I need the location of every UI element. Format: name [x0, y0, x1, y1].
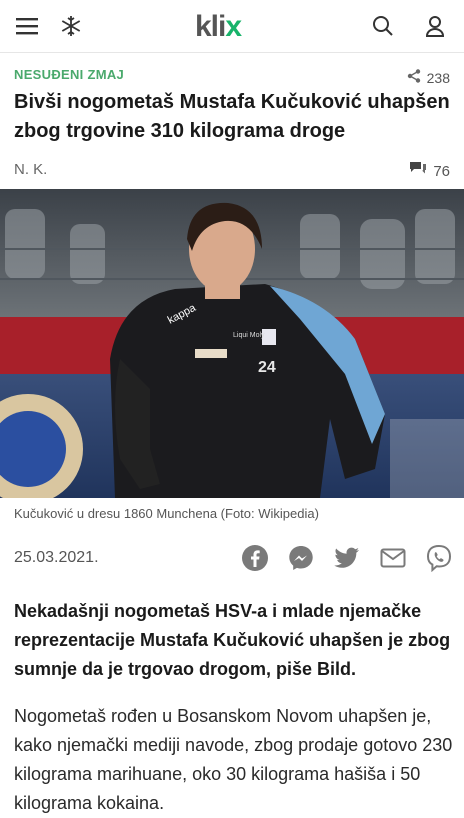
top-navigation-bar: klix [0, 0, 464, 53]
email-icon[interactable] [378, 543, 408, 573]
messenger-icon[interactable] [286, 543, 316, 573]
share-count: 238 [407, 69, 450, 86]
logo-text: kli [195, 10, 226, 43]
user-icon[interactable] [421, 12, 449, 40]
comments-count-value: 76 [433, 162, 450, 180]
facebook-icon[interactable] [240, 543, 270, 573]
share-count-value: 238 [426, 69, 450, 86]
article-photo[interactable]: 24 kappa Liqui Moly [0, 189, 464, 498]
twitter-icon[interactable] [332, 543, 362, 573]
article-body-paragraph: Nogometaš rođen u Bosanskom Novom uhapše… [14, 706, 453, 813]
site-logo[interactable]: klix [195, 10, 242, 44]
menu-icon[interactable] [13, 12, 41, 40]
photo-caption: Kučuković u dresu 1860 Munchena (Foto: W… [14, 506, 319, 521]
comment-icon [409, 161, 427, 181]
logo-accent: x [225, 10, 242, 43]
jersey-sponsor: Liqui Moly [233, 332, 265, 339]
article-lead: Nekadašnji nogometaš HSV-a i mlade njema… [14, 601, 451, 679]
article-category[interactable]: NESUĐENI ZMAJ [14, 67, 124, 82]
comments-count[interactable]: 76 [409, 161, 450, 181]
snowflake-icon[interactable] [57, 12, 85, 40]
viber-icon[interactable] [424, 543, 454, 573]
article-title: Bivši nogometaš Mustafa Kučuković uhapše… [14, 91, 450, 142]
article-author: N. K. [14, 161, 48, 178]
jersey-number: 24 [258, 359, 276, 376]
share-icon [407, 69, 421, 86]
search-icon[interactable] [369, 12, 397, 40]
social-share-bar [240, 541, 454, 575]
article-date: 25.03.2021. [14, 549, 99, 566]
